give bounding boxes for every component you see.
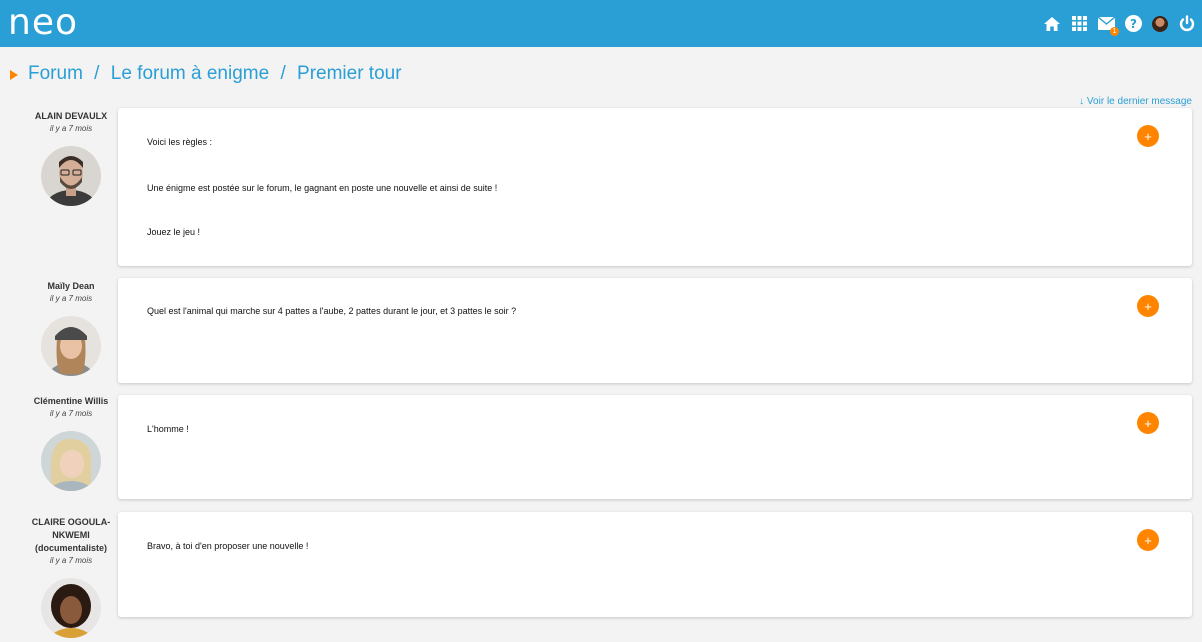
author-name[interactable]: Clémentine Willis — [24, 395, 118, 408]
post-paragraph: Jouez le jeu ! — [147, 227, 201, 237]
post-actions-button[interactable]: + — [1137, 529, 1159, 551]
post-content-card: L'homme ! + — [118, 395, 1192, 499]
avatar[interactable] — [41, 316, 101, 376]
post-paragraph: L'homme ! — [147, 424, 189, 434]
avatar[interactable] — [41, 578, 101, 638]
messages-badge: 1 — [1110, 26, 1119, 36]
post-date: il y a 7 mois — [49, 556, 93, 565]
breadcrumb-arrow-icon — [10, 69, 18, 80]
post-author: Maïly Dean il y a 7 mois — [24, 280, 118, 376]
post-author: Clémentine Willis il y a 7 mois — [24, 395, 118, 491]
home-icon[interactable] — [1043, 15, 1061, 33]
power-icon[interactable] — [1178, 15, 1196, 33]
post-content-card: Voici les règles : Une énigme est postée… — [118, 108, 1192, 266]
post-paragraph: Voici les règles : — [147, 137, 213, 147]
avatar[interactable] — [41, 146, 101, 206]
neo-logo[interactable]: neo — [8, 5, 78, 41]
breadcrumb-forum-name[interactable]: Le forum à enigme — [111, 63, 269, 85]
post-author: ALAIN DEVAULX il y a 7 mois — [24, 110, 118, 206]
breadcrumb-forum[interactable]: Forum — [28, 63, 83, 85]
author-name-line[interactable]: CLAIRE OGOULA- — [24, 516, 118, 529]
post-paragraph: Quel est l'animal qui marche sur 4 patte… — [147, 306, 517, 316]
logo-text: neo — [8, 2, 78, 43]
post-actions-button[interactable]: + — [1137, 412, 1159, 434]
post-actions-button[interactable]: + — [1137, 295, 1159, 317]
post-actions-button[interactable]: + — [1137, 125, 1159, 147]
post-date: il y a 7 mois — [49, 124, 93, 133]
post-date: il y a 7 mois — [49, 294, 93, 303]
breadcrumb-topic: Premier tour — [297, 63, 402, 84]
view-last-message-link[interactable]: ↓ Voir le dernier message — [1079, 96, 1192, 107]
post-paragraph: Une énigme est postée sur le forum, le g… — [147, 183, 498, 193]
svg-text:?: ? — [1130, 17, 1137, 31]
breadcrumb-separator: / — [88, 63, 105, 84]
post-paragraph: Bravo, à toi d'en proposer une nouvelle … — [147, 541, 309, 551]
author-name[interactable]: Maïly Dean — [24, 280, 118, 293]
top-icons-group: 1 ? — [1043, 0, 1196, 47]
post-content-card: Bravo, à toi d'en proposer une nouvelle … — [118, 512, 1192, 617]
post-author: CLAIRE OGOULA- NKWEMI (documentaliste) i… — [24, 516, 118, 638]
post-date: il y a 7 mois — [49, 409, 93, 418]
avatar[interactable] — [41, 431, 101, 491]
top-navigation-bar: neo 1 ? — [0, 0, 1202, 47]
author-name-line[interactable]: (documentaliste) — [24, 542, 118, 555]
author-name-line[interactable]: NKWEMI — [24, 529, 118, 542]
messages-icon[interactable]: 1 — [1097, 15, 1119, 36]
user-avatar-icon[interactable] — [1151, 15, 1169, 33]
apps-grid-icon[interactable] — [1070, 15, 1088, 33]
breadcrumb: Forum / Le forum à enigme / Premier tour — [10, 61, 402, 87]
author-name[interactable]: ALAIN DEVAULX — [24, 110, 118, 123]
post-content-card: Quel est l'animal qui marche sur 4 patte… — [118, 278, 1192, 383]
breadcrumb-separator: / — [275, 63, 292, 84]
help-icon[interactable]: ? — [1124, 15, 1142, 33]
